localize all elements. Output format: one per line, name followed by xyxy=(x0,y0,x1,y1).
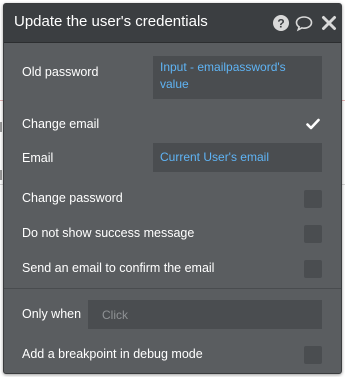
email-expression[interactable]: Current User's email xyxy=(153,143,322,172)
send-confirm-email-checkbox[interactable] xyxy=(304,260,322,278)
close-icon[interactable] xyxy=(320,14,338,32)
section-divider xyxy=(4,288,341,289)
no-success-message-label: Do not show success message xyxy=(22,226,195,240)
send-confirm-email-label: Send an email to confirm the email xyxy=(22,261,215,275)
change-password-checkbox[interactable] xyxy=(304,190,322,208)
email-label: Email xyxy=(22,151,54,165)
old-password-value: Input - emailpassword's value xyxy=(160,60,286,91)
change-email-label: Change email xyxy=(22,117,100,131)
old-password-expression[interactable]: Input - emailpassword's value xyxy=(153,56,322,99)
checkmark-icon xyxy=(306,118,320,130)
change-password-label: Change password xyxy=(22,191,123,205)
only-when-label: Only when xyxy=(22,307,82,321)
only-when-input[interactable] xyxy=(88,300,322,329)
dialog-title: Update the user's credentials xyxy=(14,13,208,30)
old-password-label: Old password xyxy=(22,65,99,79)
comment-icon[interactable] xyxy=(295,14,313,32)
email-value: Current User's email xyxy=(160,150,269,164)
background-marker xyxy=(0,170,2,180)
svg-text:?: ? xyxy=(277,17,284,31)
change-email-checkbox[interactable] xyxy=(304,115,322,133)
breakpoint-checkbox[interactable] xyxy=(304,346,322,364)
breakpoint-label: Add a breakpoint in debug mode xyxy=(22,347,203,361)
dialog-header: Update the user's credentials ? xyxy=(4,4,341,43)
no-success-message-checkbox[interactable] xyxy=(304,225,322,243)
background-marker xyxy=(0,122,2,132)
question-circle-icon[interactable]: ? xyxy=(272,14,290,32)
workflow-action-dialog: Update the user's credentials ? Old pass… xyxy=(3,3,342,374)
